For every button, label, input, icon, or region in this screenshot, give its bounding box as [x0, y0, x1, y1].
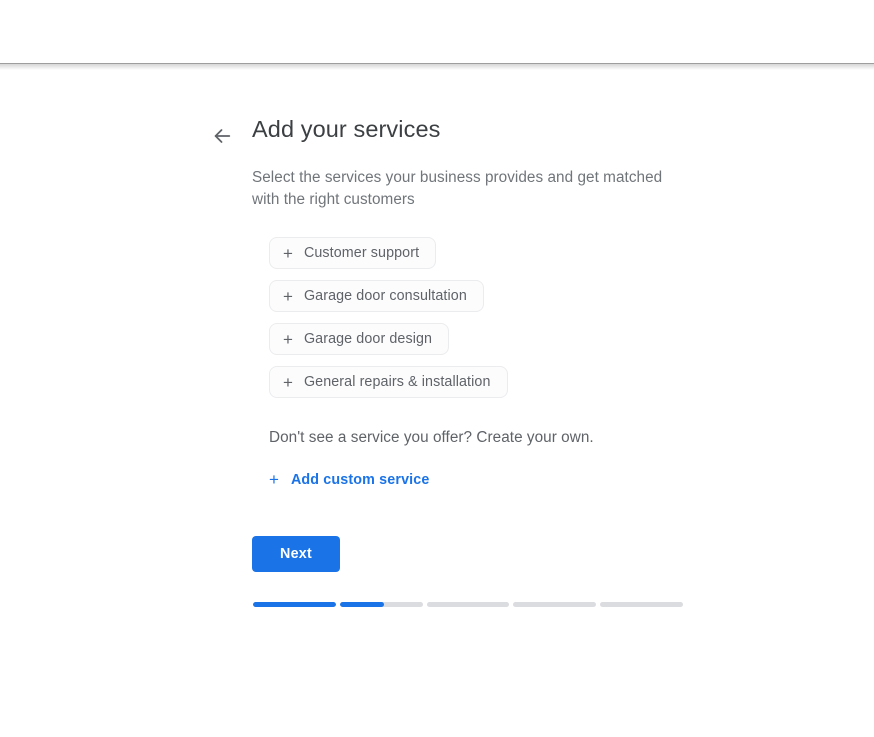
- progress-segment-fill: [253, 602, 336, 607]
- progress-segment-3: [427, 602, 510, 607]
- onboarding-progress-bar: [253, 602, 683, 607]
- progress-segment-4: [513, 602, 596, 607]
- page-title: Add your services: [252, 114, 440, 144]
- service-chip-garage-door-consultation[interactable]: + Garage door consultation: [269, 280, 484, 312]
- browser-top-bar: [0, 0, 874, 63]
- service-chip-label: Garage door consultation: [304, 288, 467, 304]
- service-chip-list: + Customer support + Garage door consult…: [269, 237, 827, 398]
- top-bar-divider: [0, 63, 874, 64]
- plus-icon: +: [283, 245, 293, 262]
- service-chip-customer-support[interactable]: + Customer support: [269, 237, 436, 269]
- service-chip-label: Garage door design: [304, 331, 432, 347]
- plus-icon: +: [283, 374, 293, 391]
- progress-segment-fill: [340, 602, 384, 607]
- progress-segment-5: [600, 602, 683, 607]
- page-subtitle: Select the services your business provid…: [252, 167, 684, 211]
- next-button[interactable]: Next: [252, 536, 340, 572]
- service-chip-label: Customer support: [304, 245, 419, 261]
- plus-icon: +: [283, 288, 293, 305]
- custom-service-hint: Don't see a service you offer? Create yo…: [269, 427, 827, 449]
- service-chip-label: General repairs & installation: [304, 374, 491, 390]
- progress-segment-2: [340, 602, 423, 607]
- plus-icon: +: [269, 471, 279, 488]
- service-chip-general-repairs-installation[interactable]: + General repairs & installation: [269, 366, 508, 398]
- plus-icon: +: [283, 331, 293, 348]
- service-chip-garage-door-design[interactable]: + Garage door design: [269, 323, 449, 355]
- progress-segment-1: [253, 602, 336, 607]
- add-custom-service-label: Add custom service: [291, 472, 430, 488]
- page-container: Add your services Select the services yo…: [0, 70, 874, 737]
- page-header: Add your services: [207, 114, 827, 151]
- add-custom-service-button[interactable]: + Add custom service: [269, 471, 430, 488]
- onboarding-content: Add your services Select the services yo…: [207, 114, 827, 607]
- back-arrow-icon[interactable]: [207, 121, 237, 151]
